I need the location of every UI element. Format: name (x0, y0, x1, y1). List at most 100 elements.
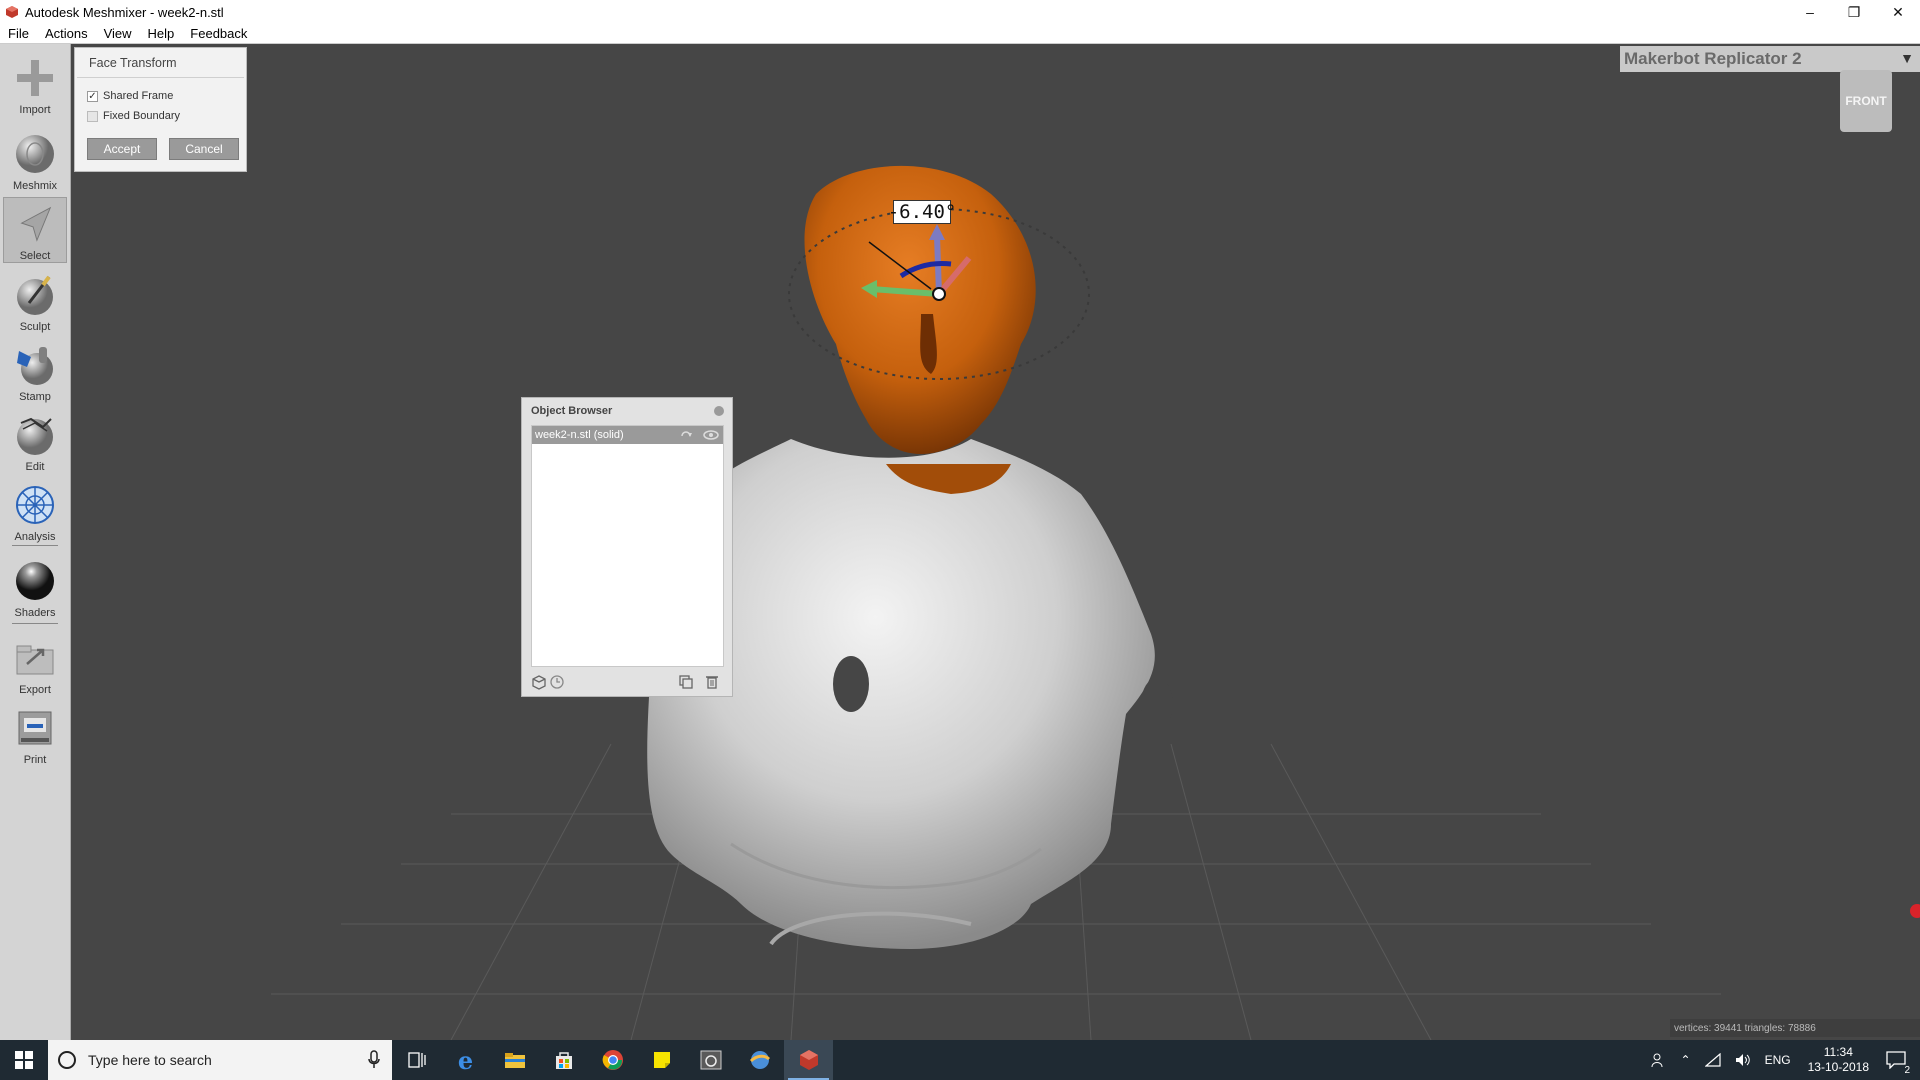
red-marker (1910, 904, 1920, 918)
object-name: week2-n.stl (solid) (535, 429, 624, 441)
taskbar-meshmixer[interactable] (784, 1040, 833, 1080)
clock-icon[interactable] (549, 674, 565, 690)
menu-view[interactable]: View (96, 26, 140, 41)
windows-logo-icon (15, 1051, 33, 1069)
folder-icon (504, 1053, 525, 1068)
tool-export-label: Export (19, 684, 51, 696)
export-folder-icon (16, 645, 54, 675)
tool-sculpt[interactable]: Sculpt (3, 267, 67, 333)
lock-icon[interactable] (679, 428, 693, 442)
people-icon[interactable] (1644, 1052, 1674, 1068)
clock-time: 11:34 (1823, 1045, 1853, 1059)
printer-name: Makerbot Replicator 2 (1624, 49, 1802, 68)
head-sphere-icon (16, 135, 54, 173)
taskbar-search-box[interactable]: Type here to search (48, 1040, 392, 1080)
sphere-app-icon (749, 1051, 770, 1069)
cancel-button[interactable]: Cancel (169, 138, 239, 160)
clock-date: 13-10-2018 (1807, 1060, 1869, 1074)
start-button[interactable] (0, 1040, 48, 1080)
cortana-icon (58, 1051, 76, 1069)
face-transform-panel: Face Transform ✓ Shared Frame Fixed Boun… (74, 47, 247, 172)
store-bag-icon (555, 1052, 572, 1069)
tool-print-label: Print (23, 754, 47, 766)
chevron-down-icon[interactable]: ▼ (1900, 50, 1914, 66)
tool-stamp-label: Stamp (19, 391, 51, 403)
accept-button[interactable]: Accept (87, 138, 157, 160)
cube-icon[interactable] (531, 674, 547, 690)
scene-render (271, 165, 1920, 1040)
tool-meshmix[interactable]: Meshmix (3, 126, 67, 192)
chrome-icon (602, 1050, 623, 1070)
printer-icon (18, 711, 52, 745)
action-center[interactable]: 2 (1879, 1051, 1920, 1076)
list-item[interactable]: week2-n.stl (solid) (532, 426, 723, 444)
view-cube-face-label: FRONT (1845, 94, 1887, 108)
microphone-icon[interactable] (368, 1050, 380, 1070)
taskbar-edge[interactable]: e (441, 1040, 490, 1080)
tool-select-label: Select (19, 250, 51, 262)
stamp-icon (17, 347, 53, 385)
taskbar-sticky-notes[interactable] (637, 1040, 686, 1080)
menu-file[interactable]: File (0, 26, 37, 41)
printer-selector[interactable]: Makerbot Replicator 2 ▼ (1620, 46, 1920, 72)
tool-import[interactable]: Import (3, 50, 67, 116)
tool-print[interactable]: Print (3, 700, 67, 766)
shared-frame-option[interactable]: ✓ Shared Frame (75, 86, 246, 106)
tool-export[interactable]: Export (3, 630, 67, 696)
menu-bar: File Actions View Help Feedback (0, 24, 1920, 44)
tool-select[interactable]: Select (3, 197, 67, 263)
taskbar-app-grey[interactable] (686, 1040, 735, 1080)
input-language[interactable]: ENG (1758, 1053, 1798, 1067)
object-browser-panel: Object Browser week2-n.stl (solid) (521, 397, 733, 697)
volume-icon[interactable] (1728, 1053, 1758, 1067)
fixed-boundary-label: Fixed Boundary (103, 110, 181, 122)
edit-sphere-icon (17, 417, 53, 455)
shared-frame-checkbox[interactable]: ✓ (87, 90, 98, 102)
taskbar-app-sphere[interactable] (735, 1040, 784, 1080)
toolbar-divider (12, 545, 58, 546)
eye-icon[interactable] (703, 428, 719, 442)
meshmixer-icon (799, 1050, 818, 1070)
notification-count: 2 (1902, 1065, 1912, 1076)
taskbar-file-explorer[interactable] (490, 1040, 539, 1080)
tool-sculpt-label: Sculpt (19, 321, 51, 333)
object-browser-footer (531, 672, 724, 692)
minimize-button[interactable]: – (1788, 0, 1832, 24)
shader-ball-icon (16, 562, 54, 600)
close-icon[interactable] (714, 406, 724, 416)
meshmixer-app-icon (6, 6, 18, 18)
toolbar-divider (12, 623, 58, 624)
tool-analysis-label: Analysis (14, 531, 56, 543)
mesh-statistics: vertices: 39441 triangles: 78886 (1670, 1019, 1920, 1037)
taskbar-chrome[interactable] (588, 1040, 637, 1080)
tool-edit[interactable]: Edit (3, 407, 67, 473)
object-list: week2-n.stl (solid) (531, 425, 724, 667)
select-arrow-icon (20, 206, 52, 242)
shared-frame-label: Shared Frame (103, 90, 174, 102)
close-button[interactable]: ✕ (1876, 0, 1920, 24)
analysis-mesh-icon (16, 486, 54, 524)
taskbar-clock[interactable]: 11:34 13-10-2018 (1798, 1045, 1879, 1075)
menu-feedback[interactable]: Feedback (182, 26, 255, 41)
3d-viewport[interactable] (71, 44, 1920, 1040)
search-placeholder: Type here to search (88, 1052, 212, 1068)
tool-edit-label: Edit (25, 461, 45, 473)
menu-help[interactable]: Help (140, 26, 183, 41)
chevron-up-icon[interactable]: ⌃ (1674, 1053, 1698, 1067)
fixed-boundary-checkbox[interactable] (87, 110, 98, 122)
windows-taskbar: Type here to search e ⌃ ENG 11:34 13-10-… (0, 1040, 1920, 1080)
tool-analysis[interactable]: Analysis (3, 477, 67, 543)
menu-actions[interactable]: Actions (37, 26, 96, 41)
taskbar-store[interactable] (539, 1040, 588, 1080)
duplicate-icon[interactable] (678, 674, 694, 690)
view-cube[interactable]: FRONT (1840, 70, 1892, 132)
network-icon[interactable] (1698, 1053, 1728, 1067)
tool-shaders-label: Shaders (14, 607, 56, 619)
restore-button[interactable]: ❐ (1832, 0, 1876, 24)
tool-stamp[interactable]: Stamp (3, 337, 67, 403)
trash-icon[interactable] (704, 674, 720, 690)
tool-shaders[interactable]: Shaders (3, 553, 67, 619)
fixed-boundary-option[interactable]: Fixed Boundary (75, 106, 246, 126)
task-view-button[interactable] (392, 1040, 441, 1080)
sticky-note-icon (653, 1052, 670, 1068)
